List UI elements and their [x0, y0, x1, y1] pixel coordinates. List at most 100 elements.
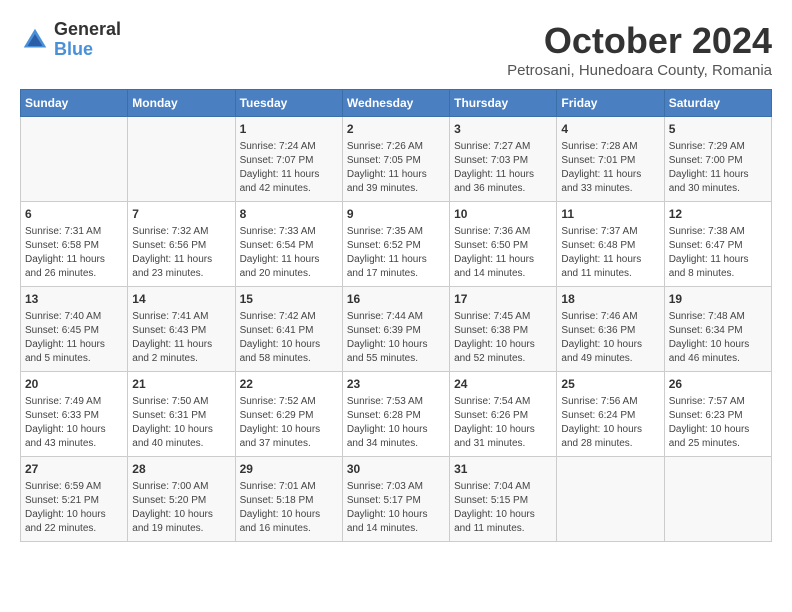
- day-cell: 20 Sunrise: 7:49 AMSunset: 6:33 PMDayligh…: [21, 372, 128, 457]
- day-cell: 19Sunrise: 7:48 AMSunset: 6:34 PMDayligh…: [664, 287, 771, 372]
- header-cell-friday: Friday: [557, 90, 664, 117]
- day-cell: 14 Sunrise: 7:41 AMSunset: 6:43 PMDayligh…: [128, 287, 235, 372]
- day-cell: 13 Sunrise: 7:40 AMSunset: 6:45 PMDayligh…: [21, 287, 128, 372]
- day-cell: 25 Sunrise: 7:56 AMSunset: 6:24 PMDayligh…: [557, 372, 664, 457]
- calendar-table: SundayMondayTuesdayWednesdayThursdayFrid…: [20, 89, 772, 542]
- day-info: Sunrise: 7:57 AMSunset: 6:23 PMDaylight:…: [669, 395, 767, 451]
- header-cell-wednesday: Wednesday: [342, 90, 449, 117]
- logo-text: General Blue: [54, 20, 121, 60]
- day-info: Sunrise: 7:35 AMSunset: 6:52 PMDaylight:…: [347, 225, 445, 281]
- day-number: 22: [240, 376, 338, 393]
- day-info: Sunrise: 7:00 AMSunset: 5:20 PMDaylight:…: [132, 480, 230, 536]
- day-number: 6: [25, 206, 123, 223]
- day-info: Sunrise: 7:54 AMSunset: 6:26 PMDaylight:…: [454, 395, 552, 451]
- day-number: 19: [669, 291, 767, 308]
- day-info: Sunrise: 7:40 AMSunset: 6:45 PMDaylight:…: [25, 310, 123, 366]
- logo: General Blue: [20, 20, 121, 60]
- day-cell: [21, 117, 128, 202]
- day-info: Sunrise: 7:29 AMSunset: 7:00 PMDaylight:…: [669, 140, 767, 196]
- day-info: Sunrise: 7:31 AMSunset: 6:58 PMDaylight:…: [25, 225, 123, 281]
- day-number: 25: [561, 376, 659, 393]
- day-info: Sunrise: 7:53 AMSunset: 6:28 PMDaylight:…: [347, 395, 445, 451]
- day-info: Sunrise: 7:46 AMSunset: 6:36 PMDaylight:…: [561, 310, 659, 366]
- day-cell: 24 Sunrise: 7:54 AMSunset: 6:26 PMDayligh…: [450, 372, 557, 457]
- day-info: Sunrise: 6:59 AMSunset: 5:21 PMDaylight:…: [25, 480, 123, 536]
- logo-icon: [20, 25, 50, 55]
- day-number: 9: [347, 206, 445, 223]
- day-number: 17: [454, 291, 552, 308]
- day-number: 1: [240, 121, 338, 138]
- day-cell: 5Sunrise: 7:29 AMSunset: 7:00 PMDaylight…: [664, 117, 771, 202]
- day-info: Sunrise: 7:01 AMSunset: 5:18 PMDaylight:…: [240, 480, 338, 536]
- header-cell-saturday: Saturday: [664, 90, 771, 117]
- day-number: 11: [561, 206, 659, 223]
- day-cell: 23 Sunrise: 7:53 AMSunset: 6:28 PMDayligh…: [342, 372, 449, 457]
- header-cell-sunday: Sunday: [21, 90, 128, 117]
- day-info: Sunrise: 7:32 AMSunset: 6:56 PMDaylight:…: [132, 225, 230, 281]
- day-number: 14: [132, 291, 230, 308]
- day-number: 4: [561, 121, 659, 138]
- day-info: Sunrise: 7:03 AMSunset: 5:17 PMDaylight:…: [347, 480, 445, 536]
- day-cell: 17 Sunrise: 7:45 AMSunset: 6:38 PMDayligh…: [450, 287, 557, 372]
- day-number: 20: [25, 376, 123, 393]
- day-info: Sunrise: 7:37 AMSunset: 6:48 PMDaylight:…: [561, 225, 659, 281]
- day-number: 3: [454, 121, 552, 138]
- day-number: 18: [561, 291, 659, 308]
- day-number: 15: [240, 291, 338, 308]
- day-cell: 21Sunrise: 7:50 AMSunset: 6:31 PMDayligh…: [128, 372, 235, 457]
- day-number: 13: [25, 291, 123, 308]
- day-number: 12: [669, 206, 767, 223]
- day-info: Sunrise: 7:45 AMSunset: 6:38 PMDaylight:…: [454, 310, 552, 366]
- day-cell: 18 Sunrise: 7:46 AMSunset: 6:36 PMDayligh…: [557, 287, 664, 372]
- day-cell: [664, 457, 771, 542]
- day-cell: 10Sunrise: 7:36 AMSunset: 6:50 PMDayligh…: [450, 202, 557, 287]
- day-info: Sunrise: 7:24 AMSunset: 7:07 PMDaylight:…: [240, 140, 338, 196]
- day-number: 2: [347, 121, 445, 138]
- day-number: 10: [454, 206, 552, 223]
- week-row-4: 20 Sunrise: 7:49 AMSunset: 6:33 PMDayligh…: [21, 372, 772, 457]
- day-number: 23: [347, 376, 445, 393]
- header-cell-monday: Monday: [128, 90, 235, 117]
- day-cell: [557, 457, 664, 542]
- day-number: 21: [132, 376, 230, 393]
- day-info: Sunrise: 7:26 AMSunset: 7:05 PMDaylight:…: [347, 140, 445, 196]
- day-cell: 28 Sunrise: 7:00 AMSunset: 5:20 PMDayligh…: [128, 457, 235, 542]
- calendar-subtitle: Petrosani, Hunedoara County, Romania: [507, 62, 772, 79]
- day-number: 27: [25, 461, 123, 478]
- week-row-1: 1 Sunrise: 7:24 AMSunset: 7:07 PMDaylight…: [21, 117, 772, 202]
- header-cell-tuesday: Tuesday: [235, 90, 342, 117]
- header-cell-thursday: Thursday: [450, 90, 557, 117]
- day-number: 24: [454, 376, 552, 393]
- day-info: Sunrise: 7:27 AMSunset: 7:03 PMDaylight:…: [454, 140, 552, 196]
- day-cell: 12 Sunrise: 7:38 AMSunset: 6:47 PMDayligh…: [664, 202, 771, 287]
- day-info: Sunrise: 7:38 AMSunset: 6:47 PMDaylight:…: [669, 225, 767, 281]
- day-info: Sunrise: 7:52 AMSunset: 6:29 PMDaylight:…: [240, 395, 338, 451]
- day-info: Sunrise: 7:56 AMSunset: 6:24 PMDaylight:…: [561, 395, 659, 451]
- day-info: Sunrise: 7:04 AMSunset: 5:15 PMDaylight:…: [454, 480, 552, 536]
- day-cell: 27 Sunrise: 6:59 AMSunset: 5:21 PMDayligh…: [21, 457, 128, 542]
- day-info: Sunrise: 7:49 AMSunset: 6:33 PMDaylight:…: [25, 395, 123, 451]
- day-cell: 30 Sunrise: 7:03 AMSunset: 5:17 PMDayligh…: [342, 457, 449, 542]
- day-cell: 3 Sunrise: 7:27 AMSunset: 7:03 PMDaylight…: [450, 117, 557, 202]
- day-cell: 11 Sunrise: 7:37 AMSunset: 6:48 PMDayligh…: [557, 202, 664, 287]
- day-cell: [128, 117, 235, 202]
- day-number: 29: [240, 461, 338, 478]
- day-number: 30: [347, 461, 445, 478]
- day-cell: 6 Sunrise: 7:31 AMSunset: 6:58 PMDaylight…: [21, 202, 128, 287]
- week-row-5: 27 Sunrise: 6:59 AMSunset: 5:21 PMDayligh…: [21, 457, 772, 542]
- day-cell: 1 Sunrise: 7:24 AMSunset: 7:07 PMDaylight…: [235, 117, 342, 202]
- day-cell: 4Sunrise: 7:28 AMSunset: 7:01 PMDaylight…: [557, 117, 664, 202]
- week-row-3: 13 Sunrise: 7:40 AMSunset: 6:45 PMDayligh…: [21, 287, 772, 372]
- day-cell: 9 Sunrise: 7:35 AMSunset: 6:52 PMDaylight…: [342, 202, 449, 287]
- day-number: 26: [669, 376, 767, 393]
- title-area: October 2024 Petrosani, Hunedoara County…: [507, 20, 772, 79]
- day-info: Sunrise: 7:33 AMSunset: 6:54 PMDaylight:…: [240, 225, 338, 281]
- day-number: 31: [454, 461, 552, 478]
- day-cell: 26 Sunrise: 7:57 AMSunset: 6:23 PMDayligh…: [664, 372, 771, 457]
- day-cell: 31 Sunrise: 7:04 AMSunset: 5:15 PMDayligh…: [450, 457, 557, 542]
- day-cell: 2 Sunrise: 7:26 AMSunset: 7:05 PMDaylight…: [342, 117, 449, 202]
- day-cell: 22 Sunrise: 7:52 AMSunset: 6:29 PMDayligh…: [235, 372, 342, 457]
- day-info: Sunrise: 7:41 AMSunset: 6:43 PMDaylight:…: [132, 310, 230, 366]
- day-number: 28: [132, 461, 230, 478]
- header-row: SundayMondayTuesdayWednesdayThursdayFrid…: [21, 90, 772, 117]
